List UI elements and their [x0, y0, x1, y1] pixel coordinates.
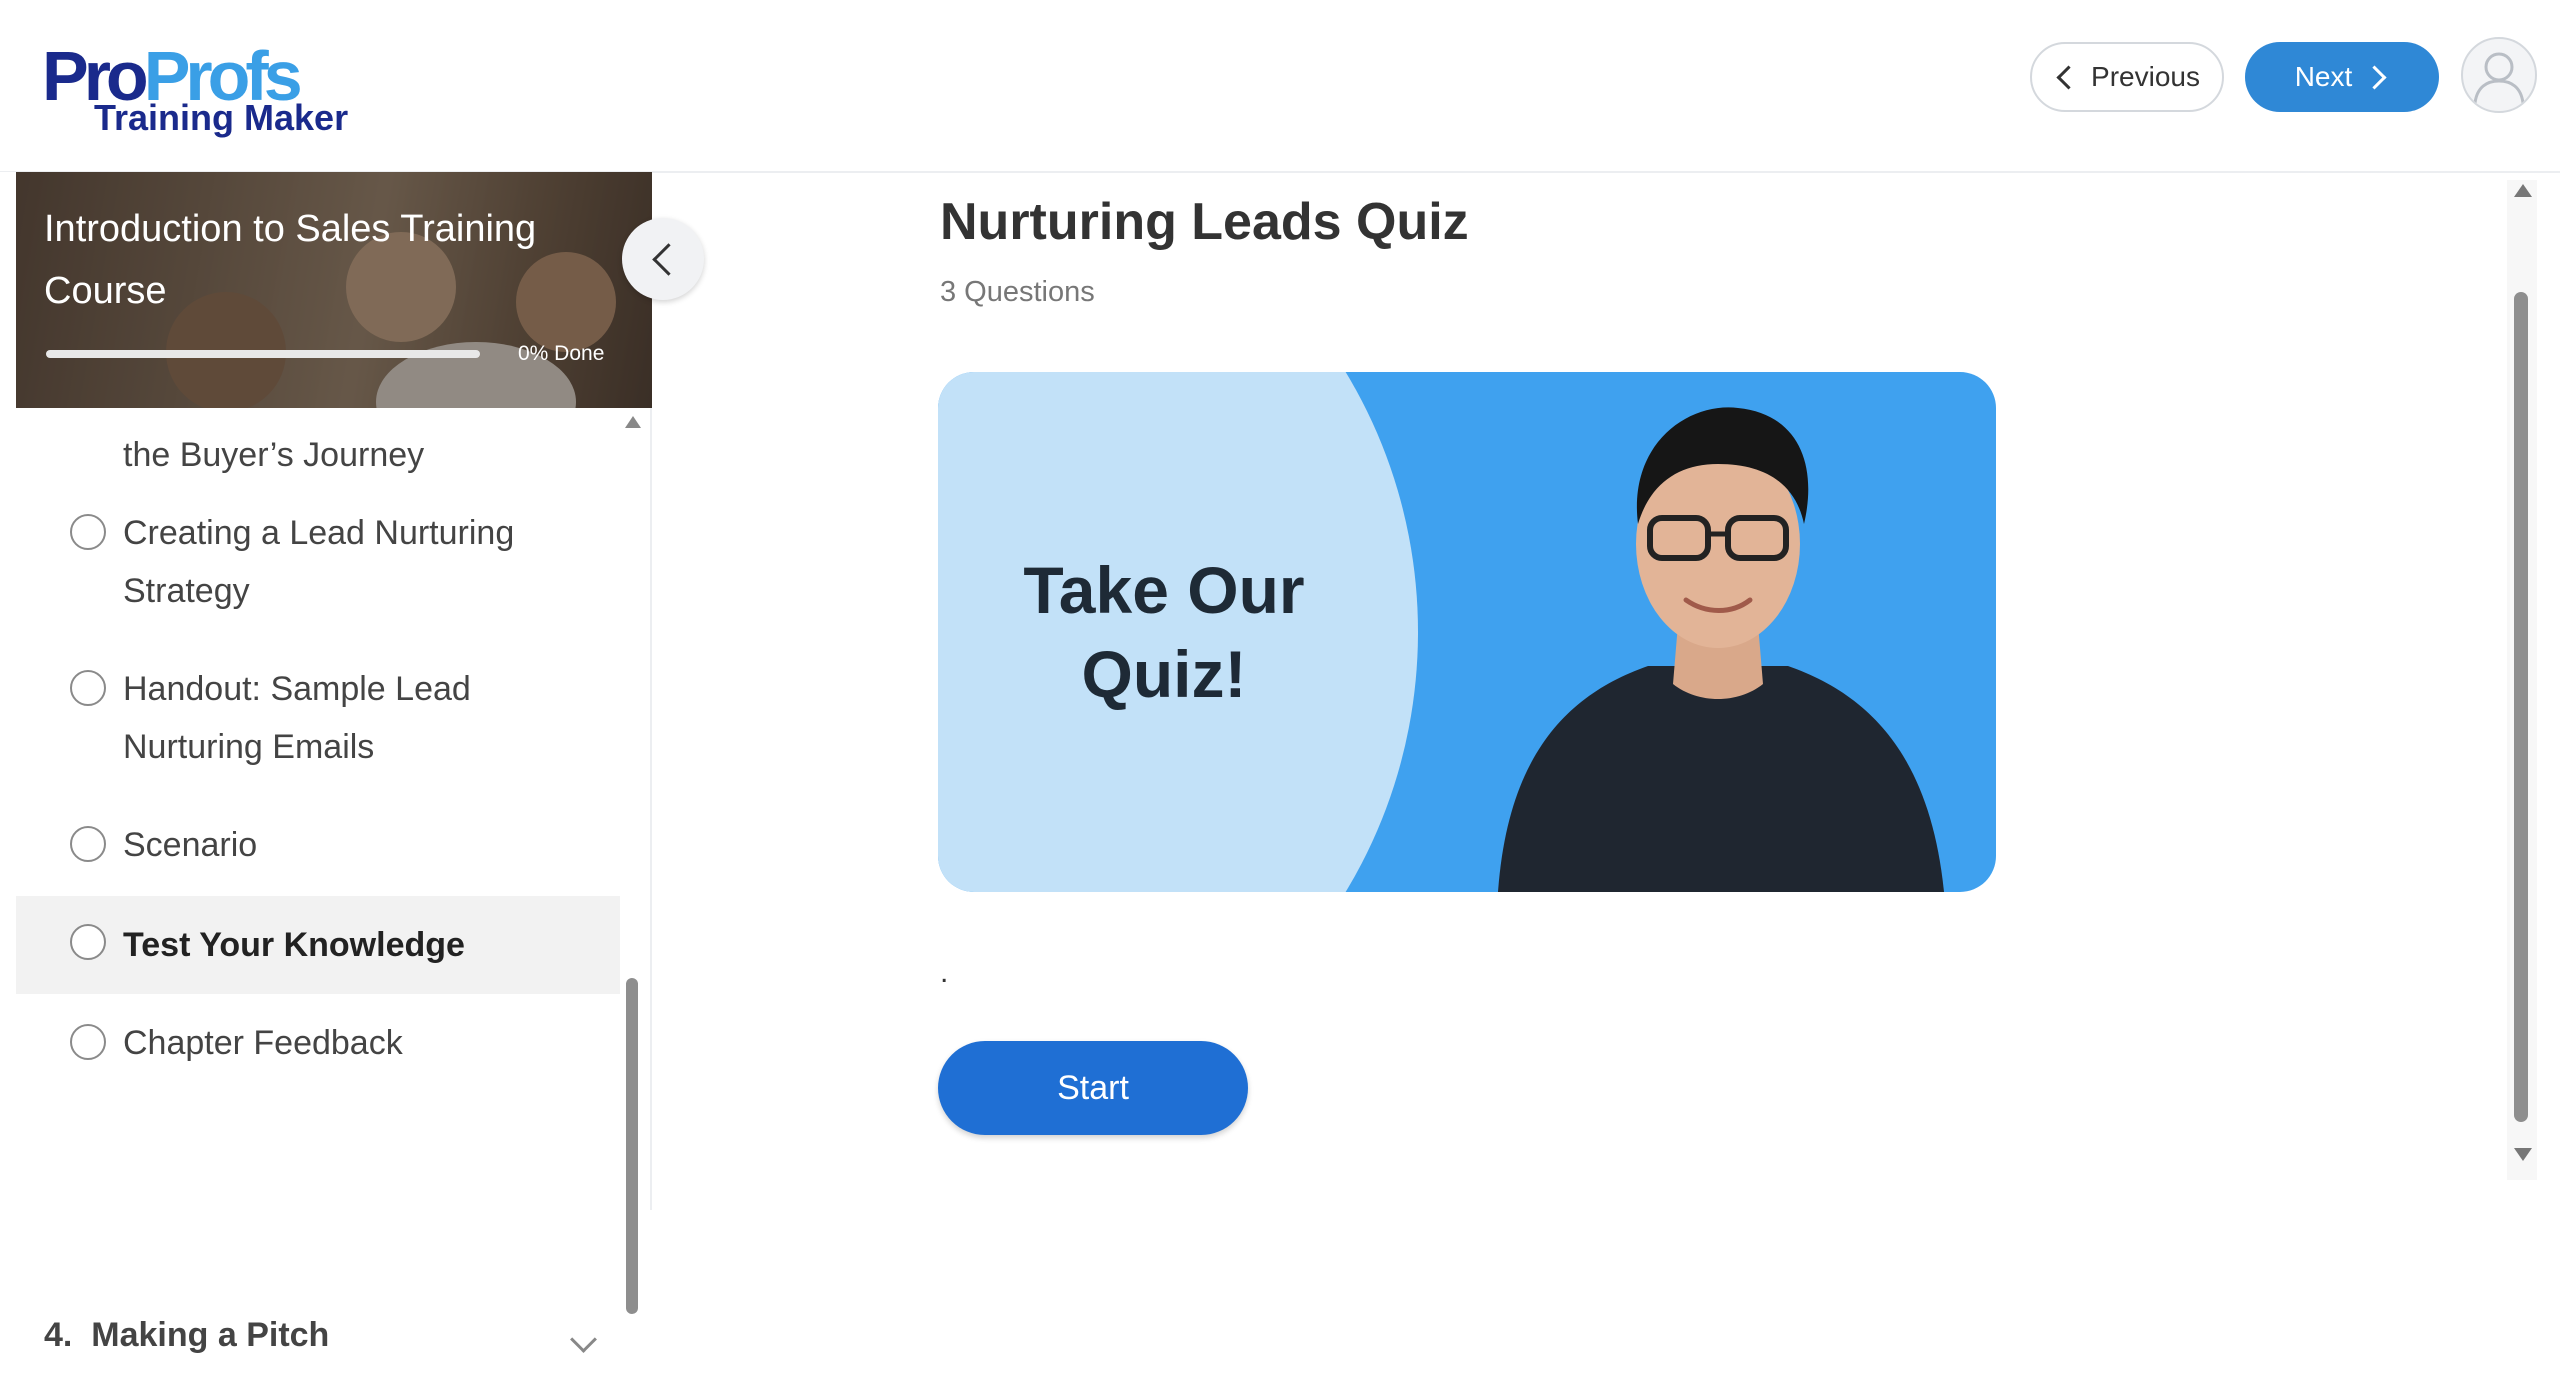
- question-count: 3 Questions: [940, 276, 1095, 308]
- quiz-title: Nurturing Leads Quiz: [940, 193, 1469, 251]
- logo-subtitle: Training Maker: [94, 97, 349, 138]
- course-title: Introduction to Sales Training Course: [44, 208, 537, 312]
- top-header: ProProfs Training Maker Previous Next: [0, 0, 2560, 173]
- proprofs-logo[interactable]: ProProfs Training Maker: [42, 36, 348, 140]
- lesson-item-lead-nurturing-strategy[interactable]: Creating a Lead Nurturing Strategy: [16, 484, 620, 634]
- previous-button-label: Previous: [2091, 61, 2200, 92]
- main-content: Nurturing Leads Quiz 3 Questions Take Ou…: [652, 172, 2560, 1210]
- next-button[interactable]: Next: [2245, 42, 2439, 112]
- hero-text: Take Our Quiz!: [994, 548, 1334, 716]
- lesson-status-radio-icon: [70, 1024, 106, 1060]
- module-making-a-pitch[interactable]: 4. Making a Pitch: [0, 1298, 620, 1388]
- list-item[interactable]: the Buyer’s Journey: [123, 426, 424, 484]
- presenter-illustration: [1498, 407, 1944, 892]
- hero-text-line: Quiz!: [1081, 637, 1247, 711]
- lesson-status-radio-icon: [70, 514, 106, 550]
- scroll-down-arrow-icon[interactable]: [2514, 1148, 2532, 1161]
- course-progress-label: 0% Done: [518, 342, 605, 365]
- chevron-left-icon: [651, 242, 685, 276]
- module-number: 4.: [44, 1316, 73, 1354]
- lesson-item-test-your-knowledge[interactable]: Test Your Knowledge: [16, 896, 620, 994]
- lesson-label: Handout: Sample Lead Nurturing Emails: [123, 670, 471, 766]
- collapse-sidebar-button[interactable]: [622, 218, 704, 300]
- sidebar-scroll-thumb[interactable]: [626, 978, 638, 1314]
- chevron-right-icon: [2362, 64, 2387, 90]
- user-avatar-icon[interactable]: [2461, 37, 2537, 113]
- course-progress-bar: [46, 350, 480, 358]
- lesson-item-handout[interactable]: Handout: Sample Lead Nurturing Emails: [16, 640, 620, 790]
- next-button-label: Next: [2294, 61, 2353, 92]
- course-banner: Introduction to Sales Training Course 0%…: [16, 172, 652, 408]
- module-name: Making a Pitch: [91, 1316, 330, 1354]
- quiz-hero-image: Take Our Quiz!: [938, 372, 1996, 892]
- course-sidebar: Introduction to Sales Training Course 0%…: [0, 172, 652, 1354]
- main-scrollbar[interactable]: [2507, 180, 2537, 1180]
- start-quiz-button[interactable]: Start: [938, 1041, 1248, 1135]
- avatar-silhouette: [2473, 52, 2525, 104]
- lesson-list: the Buyer’s Journey Creating a Lead Nurt…: [16, 408, 620, 1210]
- lesson-item-chapter-feedback[interactable]: Chapter Feedback: [16, 996, 620, 1092]
- main-scroll-thumb[interactable]: [2514, 292, 2528, 1122]
- hero-text-line: Take Our: [1023, 553, 1305, 627]
- scroll-up-arrow-icon[interactable]: [625, 416, 641, 428]
- module-title: 4. Making a Pitch: [44, 1316, 329, 1355]
- chevron-left-icon: [2056, 64, 2081, 90]
- lesson-label: Scenario: [123, 826, 258, 864]
- sidebar-scrollbar[interactable]: [624, 416, 641, 1314]
- lesson-status-radio-icon: [70, 826, 106, 862]
- previous-button[interactable]: Previous: [2030, 42, 2224, 112]
- lesson-label: Test Your Knowledge: [123, 926, 465, 964]
- chevron-down-icon: [570, 1326, 597, 1353]
- lesson-status-radio-icon: [70, 924, 106, 960]
- quiz-description: .: [940, 956, 949, 989]
- lesson-label: Chapter Feedback: [123, 1024, 403, 1062]
- scroll-up-arrow-icon[interactable]: [2514, 184, 2532, 197]
- lesson-item-scenario[interactable]: Scenario: [16, 796, 620, 892]
- lesson-status-radio-icon: [70, 670, 106, 706]
- lesson-label: Creating a Lead Nurturing Strategy: [123, 514, 515, 610]
